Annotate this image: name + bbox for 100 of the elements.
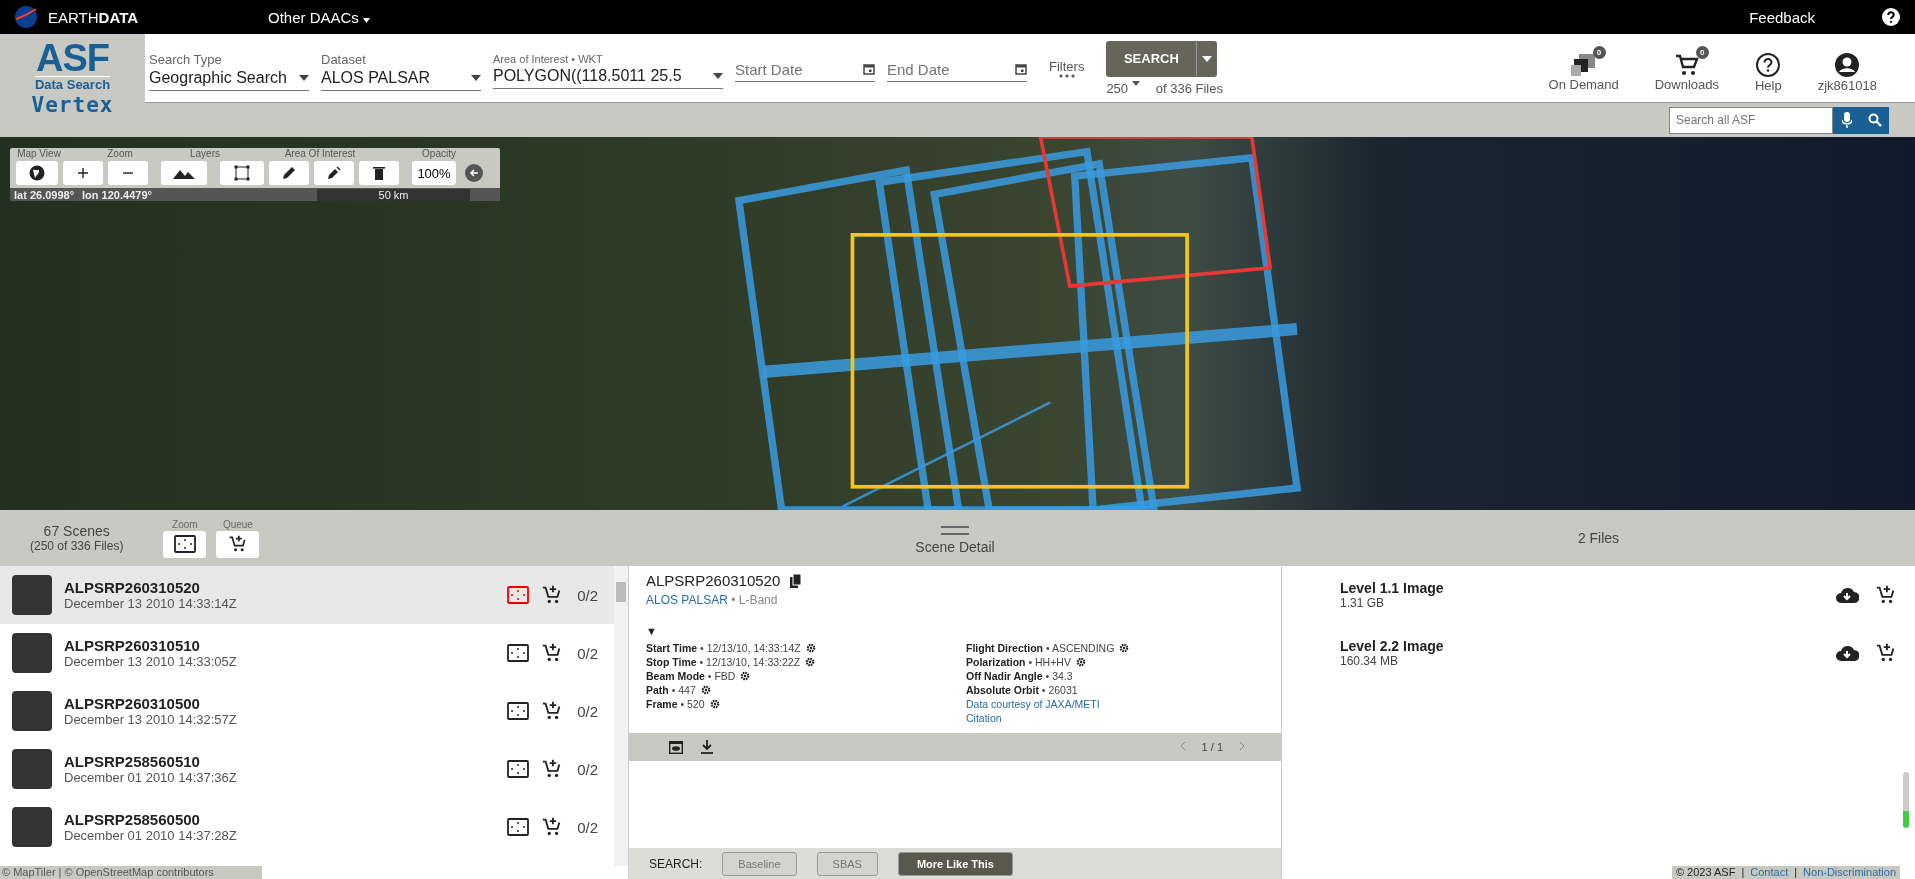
cart-button[interactable]: 0 Downloads <box>1642 44 1731 92</box>
add-to-cart-icon[interactable] <box>1875 642 1897 664</box>
resize-handle[interactable] <box>941 525 969 535</box>
account-button[interactable]: zjk861018 <box>1805 43 1889 93</box>
scene-name: ALPSRP258560500 <box>64 811 201 828</box>
wkt-field[interactable]: POLYGON((118.5011 25.5 <box>493 67 682 86</box>
search-button[interactable] <box>1861 106 1889 134</box>
settings-icon[interactable] <box>700 685 711 695</box>
collapse-toolbar-button[interactable] <box>465 164 483 182</box>
scene-title: ALPSRP260310520 <box>646 572 781 589</box>
settings-icon[interactable] <box>805 643 816 653</box>
search-icon[interactable] <box>1868 113 1882 128</box>
scene-date: December 13 2010 14:33:05Z <box>64 654 238 669</box>
scene-row[interactable]: ALPSRP260310510 December 13 2010 14:33:05Z 0/2 <box>0 624 614 682</box>
earthdata-brand[interactable]: EARTHDATA <box>48 8 258 26</box>
trash-icon <box>373 166 385 180</box>
left-arrow-icon[interactable] <box>469 168 479 178</box>
bounding-box-icon[interactable] <box>234 165 250 181</box>
scene-row[interactable]: ALPSRP258560510 December 01 2010 14:37:36Z 0/2 <box>0 740 614 798</box>
scrollbar[interactable] <box>1903 772 1909 828</box>
zoom-in-button[interactable] <box>63 161 103 185</box>
help-icon <box>1755 51 1782 78</box>
dataset-link[interactable]: ALOS PALSAR <box>646 593 728 607</box>
preview-icon[interactable] <box>669 740 683 754</box>
help-icon[interactable] <box>1881 7 1901 27</box>
stacked-squares-icon <box>1570 52 1597 77</box>
plus-icon[interactable] <box>77 167 89 179</box>
max-results-select[interactable]: 250 <box>1106 80 1140 96</box>
scene-row[interactable]: ALPSRP260310520 December 13 2010 14:33:14Z 0/2 <box>0 566 614 624</box>
settings-icon[interactable] <box>1075 657 1086 667</box>
field-label: Dataset <box>321 51 367 67</box>
property-text: Stop Time • 12/13/10, 14:33:22Z <box>646 655 801 669</box>
zoom-to-icon[interactable] <box>507 643 530 663</box>
toolbar-group-label: Map View <box>16 148 62 159</box>
download-icon[interactable] <box>701 740 713 754</box>
detail-link[interactable]: Data courtesy of JAXA/METI <box>966 697 1281 711</box>
dropdown-caret-icon[interactable] <box>713 73 723 80</box>
zoom-label: Zoom <box>172 518 198 530</box>
cloud-download-icon[interactable] <box>1835 644 1859 662</box>
scene-name: ALPSRP260310500 <box>64 695 201 712</box>
settings-icon[interactable] <box>805 657 816 667</box>
on-demand-button[interactable]: 0 On Demand <box>1536 44 1631 92</box>
other-daacs-menu[interactable]: Other DAACs <box>268 8 1740 26</box>
zoom-to-icon[interactable] <box>507 759 530 779</box>
map-scale-bar: 50 km <box>317 188 470 201</box>
property-text: Frame • 520 <box>646 697 705 711</box>
select-field[interactable]: Geographic Search <box>149 68 287 87</box>
scene-name: ALPSRP260310520 <box>64 579 201 596</box>
select-field[interactable]: ALOS PALSAR <box>321 68 431 87</box>
settings-icon[interactable] <box>709 699 720 709</box>
help-button[interactable]: Help <box>1742 43 1794 93</box>
pencil-icon <box>282 166 296 180</box>
zoom-to-icon[interactable] <box>173 534 196 554</box>
search-type-button[interactable]: More Like This <box>897 851 1013 876</box>
zoom-to-icon[interactable] <box>507 817 530 837</box>
draw-box-button[interactable] <box>220 161 264 185</box>
edit-button[interactable] <box>269 161 309 185</box>
zoom-to-icon[interactable] <box>507 701 530 721</box>
delete-button[interactable] <box>359 161 399 185</box>
opacity-button[interactable]: 100% <box>412 161 456 185</box>
globe-icon <box>29 165 45 181</box>
calendar-icon[interactable] <box>863 63 875 76</box>
property-text: Start Time • 12/13/10, 14:33:14Z <box>646 641 801 655</box>
map-view-button[interactable] <box>16 161 58 185</box>
zoom-out-button[interactable] <box>108 161 148 185</box>
layers-button[interactable] <box>161 161 207 185</box>
settings-icon[interactable] <box>740 671 751 681</box>
latitude-readout: lat 26.0998° <box>13 188 76 201</box>
expand-toggle[interactable]: ▼ <box>646 625 1281 637</box>
upload-shape-button[interactable] <box>314 161 354 185</box>
scene-row[interactable]: ALPSRP258560500 December 01 2010 14:37:28Z 0/2 <box>0 798 614 856</box>
site-search-field[interactable]: Search all ASF <box>1669 106 1833 134</box>
calendar-icon[interactable] <box>1015 63 1027 76</box>
feedback-link[interactable]: Feedback <box>1749 8 1815 26</box>
add-to-cart-icon[interactable] <box>1875 584 1897 606</box>
copy-icon[interactable] <box>790 573 803 588</box>
dropdown-caret-icon[interactable] <box>471 74 481 81</box>
scene-detail-title: Scene Detail <box>915 538 995 555</box>
settings-icon[interactable] <box>1119 643 1130 653</box>
queue-all-button[interactable] <box>216 530 260 558</box>
caret-icon[interactable] <box>1131 80 1140 86</box>
satellite-map[interactable]: Map View Zoom Layers Area Of Interest Opacity 100% lat 26.0998° lon 120.4479° 50 km <box>0 137 1915 510</box>
search-options-button[interactable] <box>1196 40 1218 77</box>
add-to-cart-icon[interactable] <box>227 534 248 554</box>
more-icon[interactable] <box>1058 73 1075 78</box>
toolbar-group-label: Layers <box>189 148 221 159</box>
caret-icon[interactable] <box>363 17 371 23</box>
scrollbar[interactable] <box>614 566 628 866</box>
search-label: SEARCH: <box>649 856 703 871</box>
queued-count: 0/2 <box>577 818 598 836</box>
microphone-icon[interactable] <box>1842 112 1852 129</box>
dropdown-caret-icon[interactable] <box>299 74 309 81</box>
voice-search-button[interactable] <box>1833 106 1861 134</box>
asf-logo[interactable]: ASF Data Search Vertex <box>0 34 145 137</box>
scene-row[interactable]: ALPSRP260310500 December 13 2010 14:32:57Z 0/2 <box>0 682 614 740</box>
detail-link[interactable]: Citation <box>966 711 1281 725</box>
cloud-download-icon[interactable] <box>1835 586 1859 604</box>
filters-label[interactable]: Filters <box>1049 58 1085 74</box>
search-button[interactable]: SEARCH <box>1106 40 1197 77</box>
zoom-all-button[interactable] <box>163 530 207 558</box>
